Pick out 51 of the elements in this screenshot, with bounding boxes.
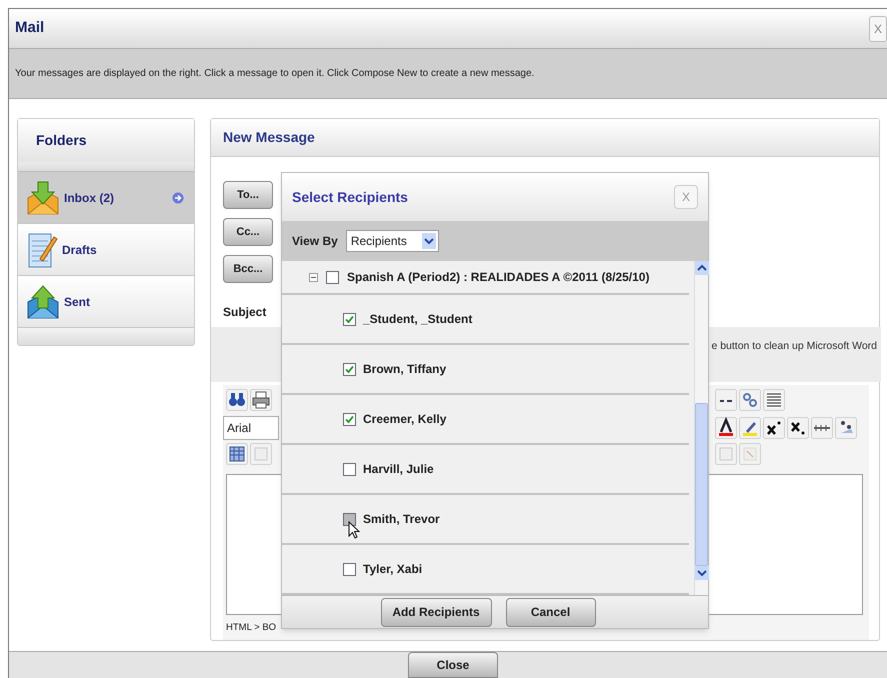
- hint-text: e button to clean up Microsoft Word: [711, 339, 877, 354]
- scroll-thumb[interactable]: [695, 403, 708, 566]
- superscript-icon[interactable]: [763, 416, 785, 439]
- align-icon[interactable]: [763, 389, 785, 411]
- arrow-right-icon: [172, 192, 184, 204]
- subscript-icon[interactable]: [787, 416, 809, 439]
- panel-title: New Message: [223, 128, 315, 147]
- highlight-icon[interactable]: [739, 416, 761, 439]
- outbox-icon: [26, 284, 60, 320]
- panel-title: Folders: [36, 131, 87, 150]
- checkbox[interactable]: [343, 512, 356, 526]
- inbox-icon: [26, 180, 60, 216]
- address-button[interactable]: To...: [223, 181, 273, 209]
- info-text: Your messages are displayed on the right. Click a message to open it. Click Compose New to create a new message.: [15, 67, 534, 81]
- recipient-name: Harvill, Julie: [363, 461, 434, 478]
- dialog-title: Select Recipients: [292, 188, 408, 207]
- collapse-icon[interactable]: [309, 272, 318, 282]
- text-color-icon[interactable]: [715, 416, 737, 439]
- checkbox[interactable]: [343, 412, 356, 426]
- recipient-name: Tyler, Xabi: [363, 561, 422, 578]
- checkbox[interactable]: [343, 462, 356, 476]
- dialog-button[interactable]: Add Recipients: [380, 598, 492, 626]
- recipient-name: Creemer, Kelly: [363, 411, 446, 428]
- print-icon[interactable]: [250, 389, 272, 411]
- subject-label: Subject: [223, 304, 268, 321]
- dialog-button[interactable]: Cancel: [506, 598, 596, 626]
- recipient-name: Smith, Trevor: [363, 511, 440, 528]
- folder-item[interactable]: Sent: [18, 276, 194, 328]
- folder-item[interactable]: Drafts: [18, 224, 194, 276]
- scroll-up-icon[interactable]: [695, 261, 709, 275]
- recipient-name: _Student, _Student: [363, 311, 472, 328]
- notepad-pencil-icon: [26, 230, 58, 268]
- scrollbar[interactable]: [694, 261, 708, 595]
- font-field[interactable]: Arial: [223, 416, 279, 440]
- group-label: Spanish A (Period2) : REALIDADES A ©2011 (8/25/10): [347, 269, 650, 286]
- view-by-select[interactable]: Recipients: [346, 230, 439, 252]
- find-icon[interactable]: [226, 389, 248, 411]
- checkbox[interactable]: [343, 562, 356, 576]
- view-by-label: View By: [292, 233, 338, 250]
- recipient-name: Brown, Tiffany: [363, 361, 446, 378]
- checkbox[interactable]: [326, 270, 339, 284]
- checkbox[interactable]: [343, 362, 356, 376]
- table-icon[interactable]: [226, 442, 248, 465]
- close-button[interactable]: Close: [408, 652, 498, 678]
- address-button[interactable]: Bcc...: [223, 255, 273, 283]
- path-text: HTML > BO: [226, 620, 276, 635]
- scroll-down-icon[interactable]: [695, 566, 709, 580]
- address-button[interactable]: Cc...: [223, 218, 273, 246]
- folder-item[interactable]: Inbox (2): [18, 172, 194, 224]
- checkbox[interactable]: [343, 312, 356, 326]
- window-title: Mail: [15, 18, 44, 38]
